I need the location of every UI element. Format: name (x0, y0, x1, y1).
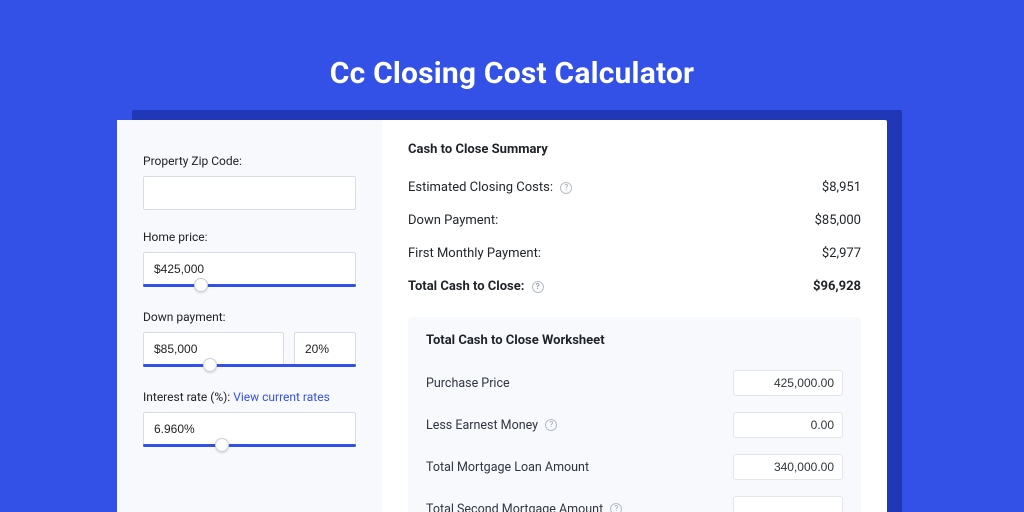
zip-input[interactable] (143, 176, 356, 210)
worksheet-label-text: Total Second Mortgage Amount (426, 502, 603, 512)
home-price-input[interactable] (143, 252, 356, 286)
summary-label-text: Estimated Closing Costs: (408, 180, 553, 195)
interest-rate-group: Interest rate (%): View current rates (143, 390, 356, 450)
summary-value: $96,928 (813, 279, 861, 294)
summary-value: $8,951 (822, 180, 861, 195)
summary-label: Down Payment: (408, 213, 498, 228)
down-payment-group: Down payment: (143, 310, 356, 370)
summary-row-closing-costs: Estimated Closing Costs: ? $8,951 (408, 171, 861, 204)
worksheet-input-mortgage-amount[interactable] (733, 454, 843, 480)
summary-label-text: Total Cash to Close: (408, 279, 524, 294)
summary-row-total-cash: Total Cash to Close: ? $96,928 (408, 270, 861, 303)
worksheet-title: Total Cash to Close Worksheet (426, 333, 843, 348)
slider-track (143, 284, 356, 287)
summary-row-first-monthly: First Monthly Payment: $2,977 (408, 237, 861, 270)
page-root: Cc Closing Cost Calculator Property Zip … (0, 0, 1024, 512)
worksheet-label: Total Mortgage Loan Amount (426, 460, 589, 475)
summary-row-down-payment: Down Payment: $85,000 (408, 204, 861, 237)
summary-value: $2,977 (822, 246, 861, 261)
calculator-card: Property Zip Code: Home price: Down paym… (117, 120, 887, 512)
worksheet-row-earnest-money: Less Earnest Money ? (426, 404, 843, 446)
help-icon[interactable]: ? (610, 503, 622, 512)
worksheet-label: Total Second Mortgage Amount ? (426, 502, 622, 512)
worksheet-input-second-mortgage[interactable] (733, 496, 843, 512)
interest-rate-slider[interactable] (143, 444, 356, 450)
help-icon[interactable]: ? (560, 182, 572, 194)
worksheet-row-purchase-price: Purchase Price (426, 362, 843, 404)
summary-label: Total Cash to Close: ? (408, 279, 544, 294)
inputs-panel: Property Zip Code: Home price: Down paym… (117, 120, 382, 512)
zip-group: Property Zip Code: (143, 154, 356, 210)
summary-label: First Monthly Payment: (408, 246, 541, 261)
down-payment-slider[interactable] (143, 364, 356, 370)
worksheet-input-earnest-money[interactable] (733, 412, 843, 438)
down-payment-percent-input[interactable] (294, 332, 356, 366)
down-payment-row (143, 332, 356, 366)
worksheet-label: Less Earnest Money ? (426, 418, 557, 433)
page-title: Cc Closing Cost Calculator (0, 0, 1024, 91)
slider-track (143, 364, 356, 367)
slider-track (143, 444, 356, 447)
worksheet-row-mortgage-amount: Total Mortgage Loan Amount (426, 446, 843, 488)
slider-thumb[interactable] (194, 278, 208, 292)
worksheet-input-purchase-price[interactable] (733, 370, 843, 396)
results-panel: Cash to Close Summary Estimated Closing … (382, 120, 887, 512)
home-price-label: Home price: (143, 230, 356, 244)
zip-label: Property Zip Code: (143, 154, 356, 168)
worksheet-label-text: Less Earnest Money (426, 418, 538, 433)
slider-thumb[interactable] (215, 438, 229, 452)
help-icon[interactable]: ? (545, 419, 557, 431)
help-icon[interactable]: ? (532, 281, 544, 293)
interest-rate-input[interactable] (143, 412, 356, 446)
worksheet-row-second-mortgage: Total Second Mortgage Amount ? (426, 488, 843, 512)
home-price-group: Home price: (143, 230, 356, 290)
home-price-slider[interactable] (143, 284, 356, 290)
interest-rate-label: Interest rate (%): View current rates (143, 390, 356, 404)
interest-rate-label-text: Interest rate (%): (143, 390, 230, 404)
down-payment-label: Down payment: (143, 310, 356, 324)
summary-label: Estimated Closing Costs: ? (408, 180, 572, 195)
summary-value: $85,000 (815, 213, 861, 228)
slider-thumb[interactable] (203, 358, 217, 372)
worksheet-label: Purchase Price (426, 376, 510, 391)
worksheet-panel: Total Cash to Close Worksheet Purchase P… (408, 317, 861, 512)
view-rates-link[interactable]: View current rates (233, 390, 330, 404)
summary-title: Cash to Close Summary (408, 142, 861, 157)
